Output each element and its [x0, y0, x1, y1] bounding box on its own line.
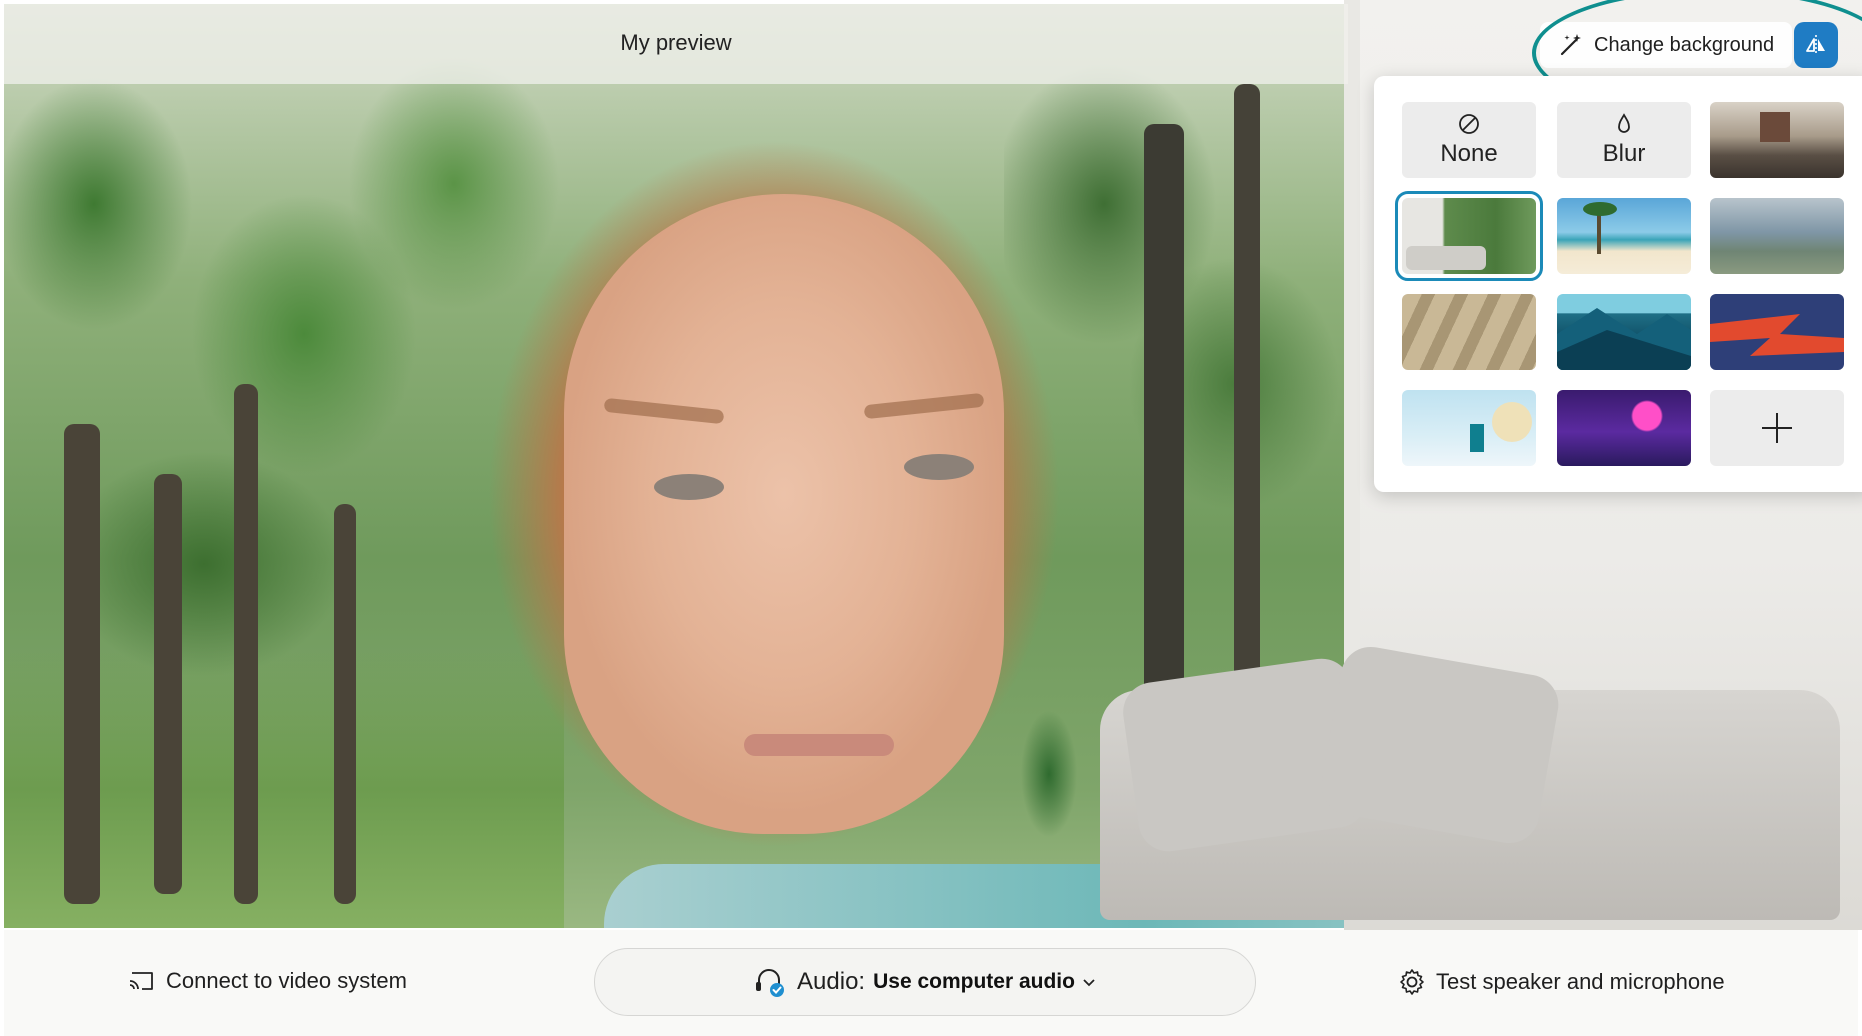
sofa-thumb [1406, 246, 1486, 270]
chevron-down-icon [1083, 979, 1095, 987]
headset-check-icon [756, 969, 785, 997]
pastel-decor [1492, 402, 1532, 442]
gear-icon [1400, 969, 1424, 995]
audio-select[interactable]: Audio: Use computer audio [594, 948, 1256, 1016]
tree-trunk [234, 384, 258, 904]
background-option-teal-mountains[interactable] [1557, 294, 1691, 370]
palm-leaves [1583, 202, 1617, 216]
background-option-mountain-lake[interactable] [1710, 198, 1844, 274]
eye [654, 474, 724, 500]
background-option-blur[interactable]: Blur [1557, 102, 1691, 178]
background-option-none[interactable]: None [1402, 102, 1536, 178]
test-label: Test speaker and microphone [1436, 969, 1725, 994]
window-frame [1344, 0, 1360, 700]
cast-screen-icon [129, 972, 153, 990]
background-option-purple-neon[interactable] [1557, 390, 1691, 466]
eye [904, 454, 974, 480]
page-title: My preview [620, 30, 732, 55]
tree-trunk [334, 504, 356, 904]
pastel-decor [1470, 424, 1484, 452]
none-icon [1459, 114, 1479, 134]
background-options-panel: None Blur [1374, 76, 1862, 492]
room-decor [1760, 112, 1790, 142]
connect-to-video-system-button[interactable]: Connect to video system [128, 968, 407, 994]
tree-trunk [154, 474, 182, 894]
connect-label: Connect to video system [166, 968, 407, 993]
background-option-beach-palm[interactable] [1557, 198, 1691, 274]
background-option-office-room[interactable] [1710, 102, 1844, 178]
mouth [744, 734, 894, 756]
background-option-red-blue-abstract[interactable] [1710, 294, 1844, 370]
audio-prefix: Audio: [797, 968, 866, 995]
add-icon [1762, 413, 1792, 443]
blur-drop-icon [1618, 113, 1630, 133]
background-option-add[interactable] [1710, 390, 1844, 466]
background-option-forest-living-room[interactable] [1395, 191, 1543, 281]
blur-label: Blur [1602, 140, 1646, 167]
tree-trunk [64, 424, 100, 904]
abstract-shapes [1710, 314, 1844, 356]
none-label: None [1440, 140, 1498, 167]
test-speaker-microphone-button[interactable]: Test speaker and microphone [1398, 968, 1725, 996]
mountain-shapes [1557, 308, 1691, 370]
background-option-pastel-room[interactable] [1402, 390, 1536, 466]
audio-value: Use computer audio [873, 970, 1075, 993]
background-option-shadow-wall[interactable] [1402, 294, 1536, 370]
title-bar: My preview [4, 4, 1348, 84]
tree-trunk [1234, 84, 1260, 704]
